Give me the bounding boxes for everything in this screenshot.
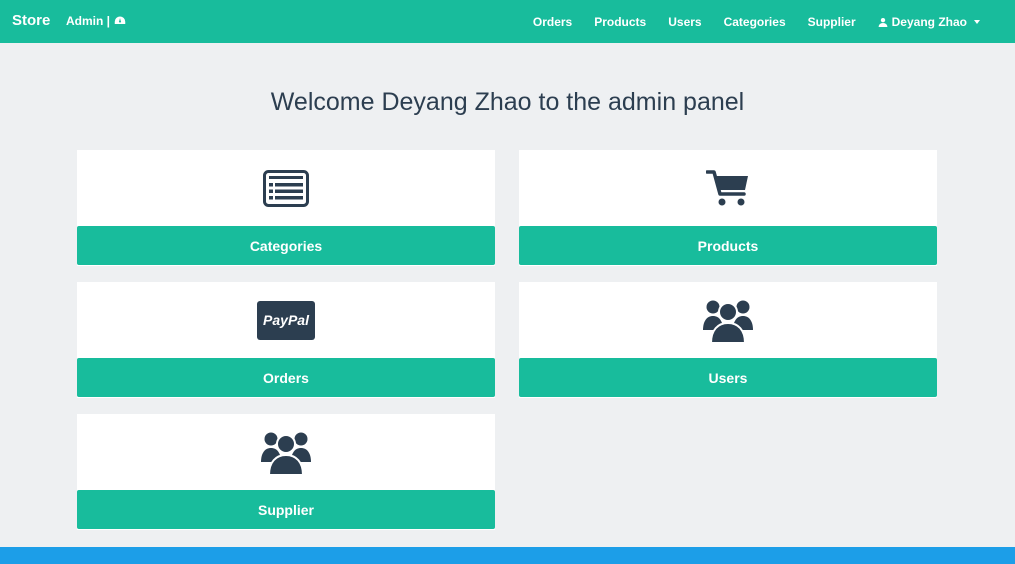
caret-down-icon — [974, 19, 980, 24]
categories-button[interactable]: Categories — [77, 226, 495, 265]
users-icon — [261, 432, 311, 475]
brand-link[interactable]: Store — [12, 12, 50, 29]
card-supplier: Supplier — [77, 414, 495, 530]
nav-users[interactable]: Users — [657, 15, 712, 29]
page-title: Welcome Deyang Zhao to the admin panel — [270, 88, 745, 116]
admin-label: Admin | — [66, 14, 111, 28]
cart-icon — [706, 170, 748, 206]
user-menu-dropdown[interactable]: Deyang Zhao — [867, 15, 991, 29]
top-navbar: Store Admin | Orders Products Users Cate… — [0, 0, 1015, 43]
nav-products[interactable]: Products — [583, 15, 657, 29]
nav-links: Orders Products Users Categories Supplie… — [522, 0, 991, 43]
nav-categories[interactable]: Categories — [713, 15, 797, 29]
orders-button[interactable]: Orders — [77, 358, 495, 397]
card-users: Users — [519, 282, 937, 398]
supplier-button[interactable]: Supplier — [77, 490, 495, 529]
user-name: Deyang Zhao — [891, 14, 967, 29]
nav-orders[interactable]: Orders — [522, 15, 583, 29]
card-products: Products — [519, 150, 937, 266]
nav-supplier[interactable]: Supplier — [797, 15, 867, 29]
users-icon — [703, 300, 753, 343]
admin-link[interactable]: Admin | — [66, 14, 126, 28]
list-icon — [263, 169, 309, 207]
paypal-icon: PayPal — [257, 300, 315, 340]
card-orders: PayPal Orders — [77, 282, 495, 398]
card-categories: Categories — [77, 150, 495, 266]
dashboard-icon — [114, 16, 126, 24]
products-button[interactable]: Products — [519, 226, 937, 265]
footer-bar — [0, 547, 1015, 564]
user-icon — [878, 17, 888, 27]
users-button[interactable]: Users — [519, 358, 937, 397]
